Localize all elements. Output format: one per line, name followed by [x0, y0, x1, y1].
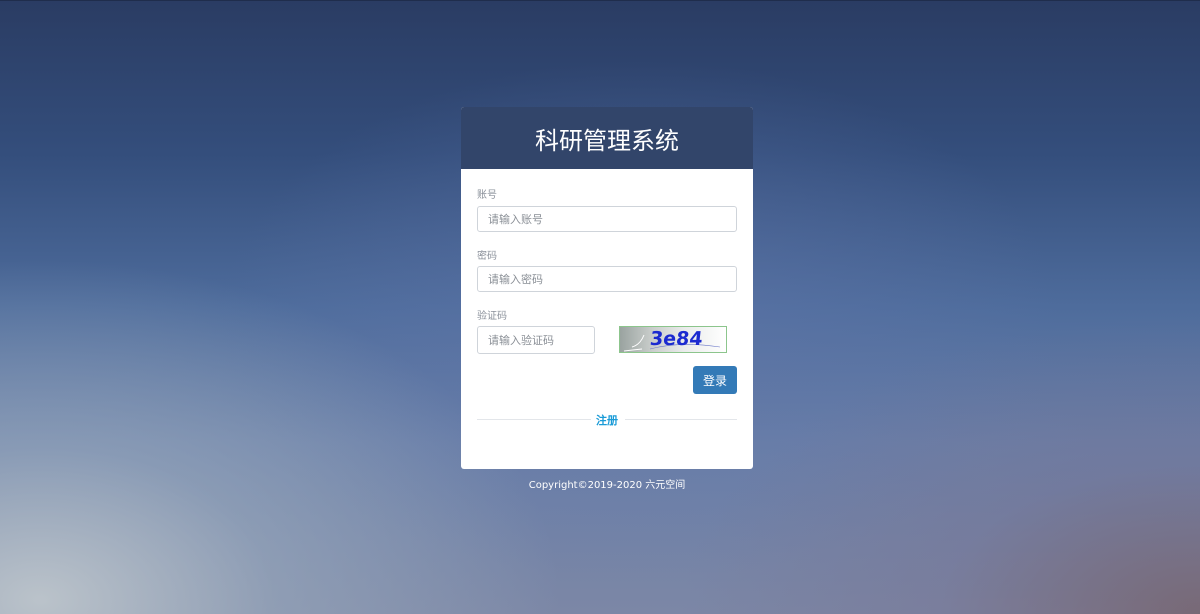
copyright-text: Copyright©2019-2020 六元空间: [528, 480, 686, 491]
app-title: 科研管理系统: [535, 126, 679, 155]
account-label: 账号: [477, 190, 497, 201]
captcha-input[interactable]: [477, 326, 595, 354]
password-input[interactable]: [477, 266, 737, 292]
captcha-label: 验证码: [477, 311, 507, 322]
password-label: 密码: [477, 251, 497, 262]
top-border: [0, 0, 1200, 1]
login-button[interactable]: 登录: [693, 366, 737, 394]
divider-left: [477, 419, 591, 420]
card-header: 科研管理系统: [461, 107, 753, 169]
captcha-image[interactable]: 3e84: [619, 326, 727, 353]
captcha-text: 3e84: [648, 328, 704, 350]
register-link[interactable]: 注册: [596, 412, 618, 428]
account-input[interactable]: [477, 206, 737, 232]
divider-right: [625, 419, 737, 420]
login-card: 科研管理系统 账号 密码 验证码 3e84 登录 注册: [461, 107, 753, 469]
